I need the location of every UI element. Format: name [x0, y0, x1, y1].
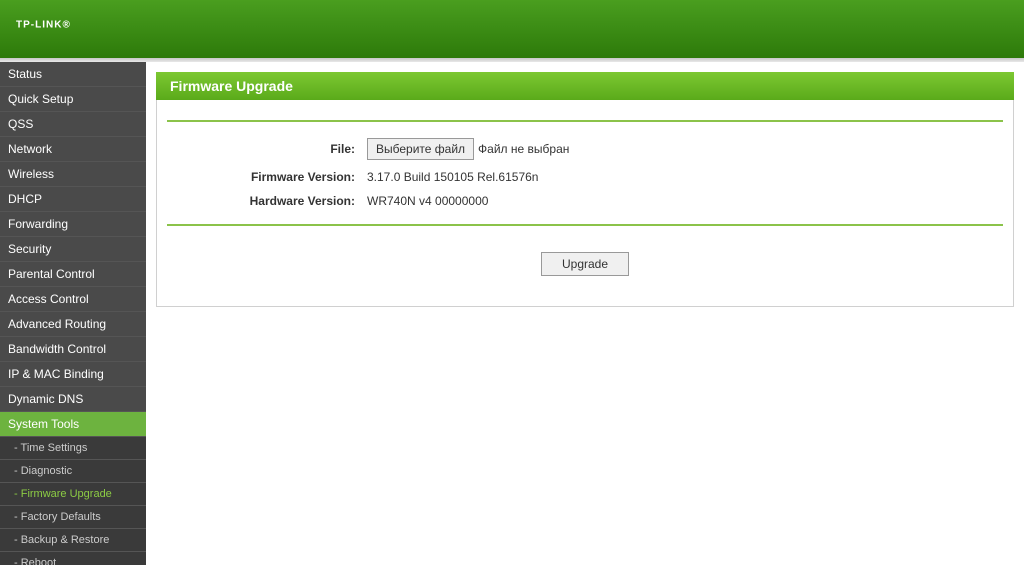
- header: TP-LINK®: [0, 0, 1024, 58]
- sidebar-item-ip-mac-binding[interactable]: IP & MAC Binding: [0, 362, 146, 387]
- sidebar-item-quick-setup[interactable]: Quick Setup: [0, 87, 146, 112]
- firmware-form-section: File: Выберите файл Файл не выбран Firmw…: [167, 120, 1003, 226]
- sidebar-item-reboot[interactable]: - Reboot: [0, 552, 146, 565]
- logo-text: TP-LINK: [16, 20, 62, 31]
- content-body: File: Выберите файл Файл не выбран Firmw…: [156, 100, 1014, 307]
- main-layout: StatusQuick SetupQSSNetworkWirelessDHCPF…: [0, 62, 1024, 565]
- sidebar-item-time-settings[interactable]: - Time Settings: [0, 437, 146, 460]
- sidebar-item-forwarding[interactable]: Forwarding: [0, 212, 146, 237]
- page-title: Firmware Upgrade: [170, 78, 1000, 94]
- content-area: Firmware Upgrade File: Выберите файл Фай…: [146, 62, 1024, 565]
- sidebar-item-backup-restore[interactable]: - Backup & Restore: [0, 529, 146, 552]
- sidebar-item-parental-control[interactable]: Parental Control: [0, 262, 146, 287]
- sidebar-item-network[interactable]: Network: [0, 137, 146, 162]
- sidebar-item-qss[interactable]: QSS: [0, 112, 146, 137]
- file-label: File:: [167, 142, 367, 156]
- logo: TP-LINK®: [16, 13, 71, 45]
- sidebar-item-firmware-upgrade[interactable]: - Firmware Upgrade: [0, 483, 146, 506]
- firmware-version-row: Firmware Version: 3.17.0 Build 150105 Re…: [167, 170, 1003, 184]
- sidebar-item-bandwidth-control[interactable]: Bandwidth Control: [0, 337, 146, 362]
- sidebar-item-access-control[interactable]: Access Control: [0, 287, 146, 312]
- hardware-version-label: Hardware Version:: [167, 194, 367, 208]
- sidebar-item-factory-defaults[interactable]: - Factory Defaults: [0, 506, 146, 529]
- firmware-version-value: 3.17.0 Build 150105 Rel.61576n: [367, 170, 538, 184]
- hardware-version-row: Hardware Version: WR740N v4 00000000: [167, 194, 1003, 208]
- file-row: File: Выберите файл Файл не выбран: [167, 138, 1003, 160]
- sidebar-item-security[interactable]: Security: [0, 237, 146, 262]
- sidebar-item-system-tools[interactable]: System Tools: [0, 412, 146, 437]
- firmware-version-label: Firmware Version:: [167, 170, 367, 184]
- sidebar-item-status[interactable]: Status: [0, 62, 146, 87]
- upgrade-button[interactable]: Upgrade: [541, 252, 629, 276]
- sidebar-item-wireless[interactable]: Wireless: [0, 162, 146, 187]
- file-input-area: Выберите файл Файл не выбран: [367, 138, 569, 160]
- sidebar-item-dynamic-dns[interactable]: Dynamic DNS: [0, 387, 146, 412]
- file-status-text: Файл не выбран: [478, 142, 569, 156]
- logo-tm: ®: [62, 20, 70, 31]
- sidebar-item-dhcp[interactable]: DHCP: [0, 187, 146, 212]
- upgrade-section: Upgrade: [167, 242, 1003, 286]
- hardware-version-value: WR740N v4 00000000: [367, 194, 488, 208]
- choose-file-button[interactable]: Выберите файл: [367, 138, 474, 160]
- sidebar-item-advanced-routing[interactable]: Advanced Routing: [0, 312, 146, 337]
- sidebar: StatusQuick SetupQSSNetworkWirelessDHCPF…: [0, 62, 146, 565]
- sidebar-item-diagnostic[interactable]: - Diagnostic: [0, 460, 146, 483]
- page-title-bar: Firmware Upgrade: [156, 72, 1014, 100]
